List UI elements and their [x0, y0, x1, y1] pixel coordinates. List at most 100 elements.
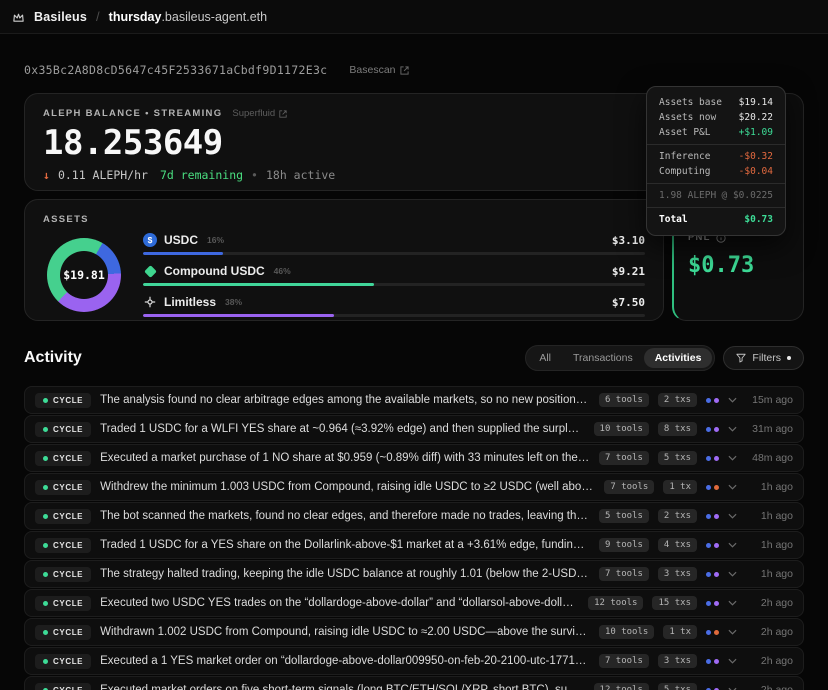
tools-count-badge: 7 tools: [604, 480, 654, 494]
asset-row: $ USDC 16% $3.10: [143, 233, 645, 255]
superfluid-link[interactable]: Superfluid: [232, 108, 287, 119]
breakdown-value: @ $0.0225: [722, 188, 773, 203]
activity-row[interactable]: CYCLE Traded 1 USDC for a WLFI YES share…: [24, 415, 804, 443]
activity-row[interactable]: CYCLE Withdrew the minimum 1.003 USDC fr…: [24, 473, 804, 501]
breakdown-row: Inference -$0.32: [659, 149, 773, 164]
breakdown-value: -$0.32: [739, 149, 773, 164]
breakdown-label: 1.98 ALEPH: [659, 188, 716, 203]
timestamp: 1h ago: [746, 568, 793, 580]
pnl-breakdown-tooltip: Assets base$19.14Assets now$20.22Asset P…: [646, 86, 786, 236]
breakdown-row: Computing-$0.04: [659, 164, 773, 179]
chevron-down-icon[interactable]: [728, 426, 737, 432]
activity-description: Traded 1 USDC for a YES share on the Dol…: [100, 539, 590, 551]
chevron-down-icon[interactable]: [728, 629, 737, 635]
cycle-status-dot: [43, 398, 48, 403]
status-dots: [706, 543, 719, 548]
asset-name: Compound USDC: [164, 264, 265, 278]
cycle-badge-label: CYCLE: [53, 454, 83, 463]
breakdown-value: -$0.04: [739, 164, 773, 179]
status-dots: [706, 572, 719, 577]
activity-row[interactable]: CYCLE The analysis found no clear arbitr…: [24, 386, 804, 414]
brand-name[interactable]: Basileus: [34, 10, 87, 24]
timestamp: 2h ago: [746, 684, 793, 690]
activity-row[interactable]: CYCLE Withdrawn 1.002 USDC from Compound…: [24, 618, 804, 646]
cycle-badge-label: CYCLE: [53, 396, 83, 405]
chevron-down-icon[interactable]: [728, 600, 737, 606]
compound-icon: [143, 264, 157, 278]
breakdown-group: Total$0.73: [647, 207, 785, 231]
breakdown-label: Assets base: [659, 95, 722, 110]
status-dots: [706, 514, 719, 519]
timestamp: 1h ago: [746, 510, 793, 522]
txs-count-badge: 5 txs: [658, 451, 697, 465]
txs-count-badge: 3 txs: [658, 567, 697, 581]
activity-row[interactable]: CYCLE Traded 1 USDC for a YES share on t…: [24, 531, 804, 559]
chevron-down-icon[interactable]: [728, 397, 737, 403]
activity-row[interactable]: CYCLE Executed a market purchase of 1 NO…: [24, 444, 804, 472]
activity-description: Executed a 1 YES market order on “dollar…: [100, 655, 590, 667]
activity-description: The analysis found no clear arbitrage ed…: [100, 394, 590, 406]
activity-row[interactable]: CYCLE The strategy halted trading, keepi…: [24, 560, 804, 588]
wallet-address: 0x35Bc2A8D8cD5647c45F2533671aCbdf9D1172E…: [24, 63, 327, 77]
basescan-link[interactable]: Basescan: [349, 64, 408, 76]
txs-count-badge: 1 tx: [663, 480, 697, 494]
txs-count-badge: 4 txs: [658, 538, 697, 552]
chevron-down-icon[interactable]: [728, 542, 737, 548]
crown-icon: [12, 11, 25, 23]
cycle-status-dot: [43, 601, 48, 606]
chevron-down-icon[interactable]: [728, 658, 737, 664]
chevron-down-icon[interactable]: [728, 455, 737, 461]
activity-description: Withdrew the minimum 1.003 USDC from Com…: [100, 481, 595, 493]
timestamp: 48m ago: [746, 452, 793, 464]
activity-row[interactable]: CYCLE The bot scanned the markets, found…: [24, 502, 804, 530]
activity-row[interactable]: CYCLE Executed market orders on five sho…: [24, 676, 804, 690]
activity-row[interactable]: CYCLE Executed a 1 YES market order on “…: [24, 647, 804, 675]
activity-list: CYCLE The analysis found no clear arbitr…: [24, 386, 804, 690]
cycle-badge-label: CYCLE: [53, 541, 83, 550]
tab-all[interactable]: All: [528, 348, 562, 368]
asset-bar-track: [143, 283, 645, 286]
status-dots: [706, 485, 719, 490]
status-dots: [706, 659, 719, 664]
status-dot: [706, 398, 711, 403]
active-time: 18h active: [266, 168, 335, 182]
status-dots: [706, 630, 719, 635]
status-dot: [714, 427, 719, 432]
activity-description: Executed a market purchase of 1 NO share…: [100, 452, 590, 464]
chevron-down-icon[interactable]: [728, 513, 737, 519]
status-dot: [714, 630, 719, 635]
dot-separator: •: [251, 168, 258, 182]
cycle-badge-label: CYCLE: [53, 599, 83, 608]
status-dot: [706, 630, 711, 635]
timestamp: 1h ago: [746, 539, 793, 551]
breakdown-value: $19.14: [739, 95, 773, 110]
activity-row[interactable]: CYCLE Executed two USDC YES trades on th…: [24, 589, 804, 617]
filters-indicator-dot: [787, 356, 791, 360]
cycle-badge: CYCLE: [35, 509, 91, 524]
tab-transactions[interactable]: Transactions: [562, 348, 644, 368]
chevron-down-icon[interactable]: [728, 571, 737, 577]
cycle-status-dot: [43, 514, 48, 519]
filters-button[interactable]: Filters: [723, 346, 804, 370]
stream-rate: 0.11 ALEPH/hr: [58, 168, 148, 182]
activity-title: Activity: [24, 349, 82, 367]
tools-count-badge: 6 tools: [599, 393, 649, 407]
cycle-badge: CYCLE: [35, 654, 91, 669]
asset-bar-track: [143, 252, 645, 255]
status-dots: [706, 398, 719, 403]
breakdown-group: Inference -$0.32Computing-$0.04: [647, 144, 785, 183]
chevron-down-icon[interactable]: [728, 484, 737, 490]
tab-activities[interactable]: Activities: [644, 348, 713, 368]
tools-count-badge: 10 tools: [599, 625, 654, 639]
activity-description: The strategy halted trading, keeping the…: [100, 568, 590, 580]
agent-name[interactable]: thursday.basileus-agent.eth: [109, 10, 267, 24]
cycle-badge: CYCLE: [35, 480, 91, 495]
address-row: 0x35Bc2A8D8cD5647c45F2533671aCbdf9D1172E…: [24, 63, 804, 77]
usdc-icon: $: [143, 233, 157, 247]
breakdown-label: Inference: [659, 149, 710, 164]
cycle-status-dot: [43, 630, 48, 635]
asset-bar-fill: [143, 314, 334, 317]
timestamp: 15m ago: [746, 394, 793, 406]
basescan-label: Basescan: [349, 64, 395, 76]
cycle-badge: CYCLE: [35, 422, 91, 437]
